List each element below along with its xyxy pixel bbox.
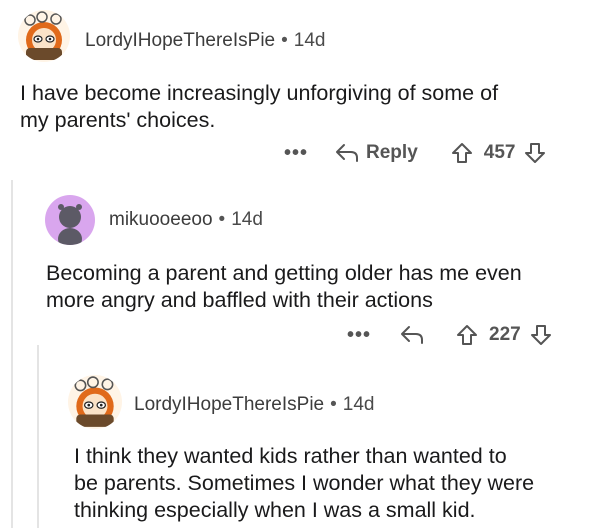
upvote-arrow-icon[interactable] bbox=[450, 141, 474, 165]
comment-text-line: my parents' choices. bbox=[20, 108, 216, 132]
comment-meta: LordyIHopeThereIsPie • 14d bbox=[134, 394, 374, 416]
downvote-arrow-icon[interactable] bbox=[523, 141, 547, 165]
comment-actions: ••• Reply 457 bbox=[284, 141, 547, 165]
vote-score: 457 bbox=[483, 142, 516, 163]
vote-score: 227 bbox=[489, 324, 521, 345]
downvote-arrow-icon[interactable] bbox=[529, 323, 553, 347]
comment-body: I have become increasingly unforgiving o… bbox=[20, 80, 580, 134]
comment-text-line: thinking especially when I was a small k… bbox=[74, 498, 476, 522]
username-link[interactable]: mikuooeeoo bbox=[109, 209, 213, 230]
comment-actions: ••• 227 bbox=[347, 323, 553, 347]
snoo-default-avatar-icon bbox=[58, 204, 82, 245]
avatar[interactable] bbox=[45, 195, 95, 245]
comment-age: 14d bbox=[231, 209, 263, 230]
comment-age: 14d bbox=[293, 30, 326, 51]
reply-arrow-icon bbox=[401, 326, 424, 344]
thread-line[interactable] bbox=[37, 345, 39, 528]
avatar[interactable] bbox=[68, 375, 122, 429]
vote-controls: 227 bbox=[455, 323, 553, 347]
comment-text-line: more angry and baffled with their action… bbox=[46, 288, 433, 312]
more-options-button[interactable]: ••• bbox=[347, 324, 371, 347]
comment-meta: LordyIHopeThereIsPie • 14d bbox=[85, 30, 325, 52]
separator-dot: • bbox=[218, 209, 226, 230]
comment-text-line: I have become increasingly unforgiving o… bbox=[20, 81, 499, 105]
comment-body: I think they wanted kids rather than wan… bbox=[74, 443, 594, 524]
avatar[interactable] bbox=[18, 10, 70, 62]
username-link[interactable]: LordyIHopeThereIsPie bbox=[134, 394, 324, 415]
comment-meta: mikuooeeoo • 14d bbox=[109, 209, 263, 231]
snoo-custom-avatar-icon bbox=[24, 11, 62, 60]
vote-controls: 457 bbox=[450, 141, 548, 165]
reply-button[interactable]: Reply bbox=[334, 142, 418, 164]
comment-age: 14d bbox=[342, 394, 375, 415]
comment-body: Becoming a parent and getting older has … bbox=[46, 260, 586, 314]
reply-label: Reply bbox=[366, 142, 418, 163]
separator-dot: • bbox=[330, 394, 337, 415]
reply-button[interactable] bbox=[399, 324, 425, 346]
thread-line[interactable] bbox=[11, 180, 13, 528]
reply-arrow-icon bbox=[336, 144, 359, 162]
separator-dot: • bbox=[281, 30, 288, 51]
comment-text-line: I think they wanted kids rather than wan… bbox=[74, 444, 507, 468]
upvote-arrow-icon[interactable] bbox=[455, 323, 479, 347]
comment-text-line: be parents. Sometimes I wonder what they… bbox=[74, 471, 535, 495]
more-options-button[interactable]: ••• bbox=[284, 142, 308, 165]
comment-text-line: Becoming a parent and getting older has … bbox=[46, 261, 522, 285]
username-link[interactable]: LordyIHopeThereIsPie bbox=[85, 30, 275, 51]
snoo-custom-avatar-icon bbox=[74, 376, 114, 427]
